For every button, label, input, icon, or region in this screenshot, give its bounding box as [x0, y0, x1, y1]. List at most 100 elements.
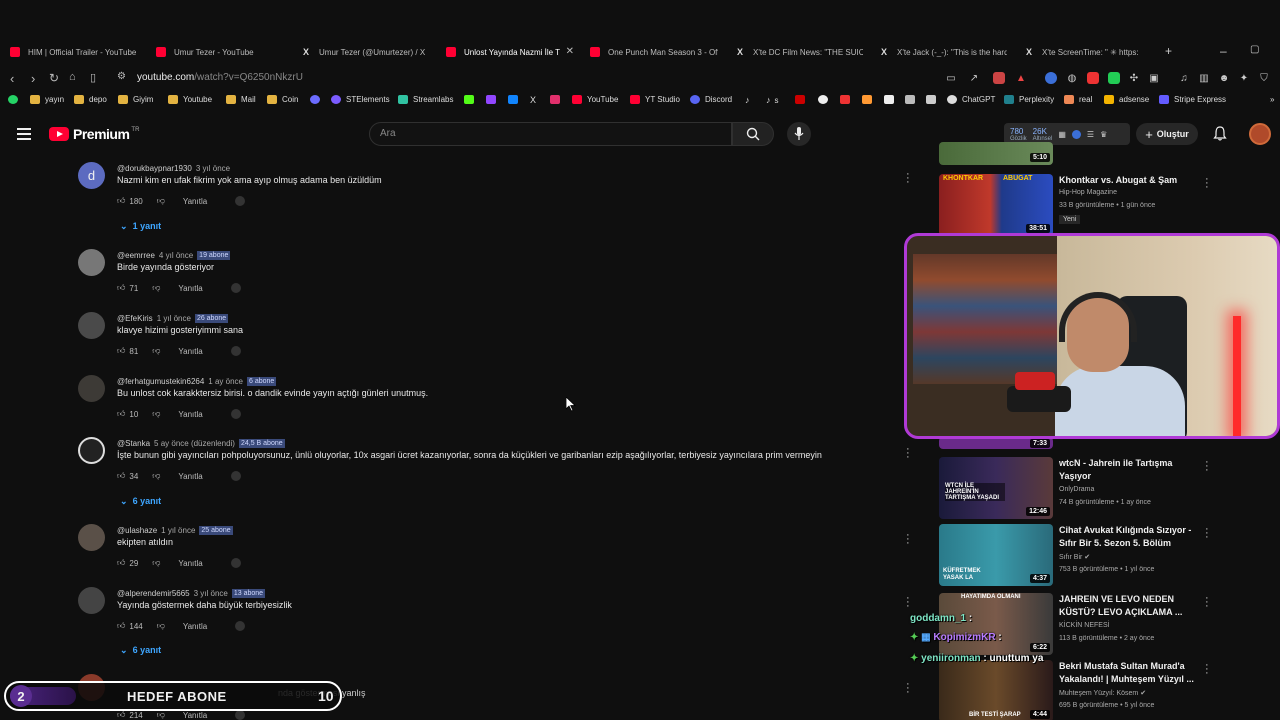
browser-tab[interactable]: X X'te Jack (-_-): "This is the hard [879, 40, 1007, 64]
thumbs-down-icon[interactable]: 👎︎ [157, 196, 165, 206]
bookmark-folder[interactable]: Youtube [168, 95, 212, 104]
bookmark-item[interactable]: YT Studio [630, 95, 680, 104]
puzzle-icon[interactable]: ✣ [1128, 72, 1140, 84]
bookmark-item[interactable] [508, 95, 523, 104]
channel-name[interactable]: OnlyDrama [1059, 486, 1094, 493]
bookmark-item[interactable] [905, 95, 920, 104]
music-icon[interactable]: ♫ [1178, 72, 1190, 84]
reply-button[interactable]: Yanıtla [183, 622, 207, 631]
thumbs-up-icon[interactable]: 👍︎ [117, 346, 125, 356]
install-icon[interactable]: ▭ [945, 72, 957, 84]
comment-author[interactable]: @eemrree [117, 251, 155, 260]
search-input[interactable]: Ara [369, 122, 732, 146]
more-options-icon[interactable]: · · · [906, 169, 910, 188]
bookmark-item[interactable] [840, 95, 855, 104]
bookmark-folder[interactable]: Mail [226, 95, 256, 104]
thumbs-up-icon[interactable]: 👍︎ [117, 710, 125, 720]
avatar[interactable] [78, 249, 105, 276]
ai-icon[interactable]: ✦ [1238, 72, 1250, 84]
site-info-icon[interactable]: ⚙ [117, 71, 126, 82]
browser-tab[interactable]: X X'te DC Film News: "THE SUIC [735, 40, 863, 64]
video-thumbnail[interactable]: KHONTKAR ABUGAT 38:51 [939, 174, 1053, 236]
thumbs-up-icon[interactable]: 👍︎ [117, 409, 125, 419]
thumbs-down-icon[interactable]: 👎︎ [152, 471, 160, 481]
avatar[interactable] [78, 375, 105, 402]
video-thumbnail[interactable]: WTCN İLE JAHREİN'İN TARTIŞMA YAŞADI 12:4… [939, 457, 1053, 519]
extension-icon[interactable]: ◍ [1066, 72, 1078, 84]
bookmark-icon[interactable]: ▯ [90, 71, 96, 84]
comment-author[interactable]: @EfeKiris [117, 314, 153, 323]
more-options-icon[interactable]: · · · [1205, 174, 1209, 193]
thumbs-up-icon[interactable]: 👍︎ [117, 283, 125, 293]
extension-icon[interactable]: ▣ [1148, 72, 1160, 84]
browser-tab[interactable]: Umur Tezer - YouTube [156, 40, 291, 64]
notifications-button[interactable] [1213, 126, 1227, 146]
view-replies-button[interactable]: ⌄ 6 yanıt [120, 645, 161, 656]
more-options-icon[interactable]: · · · [906, 530, 910, 549]
bookmark-folder[interactable]: yayın [30, 95, 64, 104]
forward-icon[interactable]: › [31, 71, 35, 86]
bookmark-item[interactable]: Stripe Express [1159, 95, 1226, 104]
reply-button[interactable]: Yanıtla [183, 711, 207, 720]
more-options-icon[interactable]: · · · [906, 444, 910, 463]
avatar[interactable]: d [78, 162, 105, 189]
extension-icon[interactable]: ▲ [1015, 72, 1027, 84]
comment-time[interactable]: 1 yıl önce [157, 314, 191, 323]
bookmark-item[interactable]: Perplexity [1004, 95, 1054, 104]
reply-button[interactable]: Yanıtla [183, 197, 207, 206]
youtube-logo[interactable]: Premium TR [49, 126, 139, 142]
bookmark-item[interactable] [818, 95, 833, 104]
minimize-icon[interactable]: – [1220, 44, 1227, 58]
more-options-icon[interactable]: · · · [1205, 660, 1209, 679]
bookmark-item[interactable]: STElements [331, 95, 390, 104]
close-tab-icon[interactable]: ✕ [566, 46, 574, 57]
more-options-icon[interactable]: · · · [906, 593, 910, 612]
browser-tab[interactable]: X Umur Tezer (@Umurtezer) / X [301, 40, 436, 64]
video-thumbnail[interactable]: BİR TESTİ ŞARAP 4:44 [939, 660, 1053, 720]
bookmark-item[interactable]: Streamlabs [398, 95, 453, 104]
reload-icon[interactable]: ↻ [49, 71, 59, 85]
video-title[interactable]: Bekri Mustafa Sultan Murad'a Yakalandı! … [1059, 660, 1195, 686]
bookmark-item[interactable] [795, 95, 810, 104]
bookmark-item[interactable]: ♪ s [766, 95, 779, 105]
new-tab-icon[interactable]: + [1165, 44, 1172, 58]
sidebar-icon[interactable]: ▥ [1198, 72, 1210, 84]
video-thumbnail[interactable]: HAYATIMDA OLMANI 6:22 [939, 593, 1053, 655]
avatar[interactable] [78, 312, 105, 339]
video-title[interactable]: Khontkar vs. Abugat & Şam [1059, 174, 1195, 187]
bookmark-item[interactable] [464, 95, 479, 104]
channel-name[interactable]: KİCKİN NEFESİ [1059, 622, 1110, 629]
more-options-icon[interactable]: · · · [906, 679, 910, 698]
browser-tab-active[interactable]: Unlost Yayında Nazmi İle T ✕ [446, 40, 574, 64]
channel-name[interactable]: Muhteşem Yüzyıl: Kösem [1059, 690, 1138, 697]
thumbs-up-icon[interactable]: 👍︎ [117, 196, 125, 206]
bookmark-folder[interactable]: Giyim [118, 95, 153, 104]
bookmark-folder[interactable]: Coin [267, 95, 298, 104]
create-button[interactable]: + Oluştur [1136, 123, 1198, 145]
bookmark-item[interactable] [926, 95, 941, 104]
bookmark-item[interactable]: ChatGPT [947, 95, 995, 104]
back-icon[interactable]: ‹ [10, 71, 14, 86]
comment-author[interactable]: @dorukbaypnar1930 [117, 164, 192, 173]
comment-author[interactable]: @Stanka [117, 439, 150, 448]
url-field[interactable]: youtube.com/watch?v=Q6250nNkzrU [137, 72, 303, 83]
reply-button[interactable]: Yanıtla [178, 410, 202, 419]
view-replies-button[interactable]: ⌄ 1 yanıt [120, 221, 161, 232]
share-icon[interactable]: ↗ [968, 72, 980, 84]
bookmark-item[interactable]: real [1064, 95, 1092, 104]
channel-name[interactable]: Hip-Hop Magazine [1059, 189, 1117, 196]
thumbs-down-icon[interactable]: 👎︎ [152, 558, 160, 568]
extension-icon[interactable] [1087, 72, 1099, 84]
browser-tab[interactable]: HIM | Official Trailer - YouTube [10, 40, 145, 64]
bookmark-item[interactable]: adsense [1104, 95, 1149, 104]
thumbs-up-icon[interactable]: 👍︎ [117, 558, 125, 568]
channel-name[interactable]: Sıfır Bir [1059, 554, 1082, 561]
comment-time[interactable]: 5 ay önce (düzenlendi) [154, 439, 235, 448]
thumbs-down-icon[interactable]: 👎︎ [152, 409, 160, 419]
video-title[interactable]: Cihat Avukat Kılığında Sızıyor - Sıfır B… [1059, 524, 1195, 550]
home-icon[interactable]: ⌂ [69, 71, 76, 83]
maximize-icon[interactable]: ▢ [1250, 44, 1259, 55]
video-thumbnail[interactable]: KÜFRETMEK YASAK LA 4:37 [939, 524, 1053, 586]
browser-tab[interactable]: One Punch Man Season 3 - Off [590, 40, 718, 64]
bookmark-folder[interactable]: depo [74, 95, 107, 104]
